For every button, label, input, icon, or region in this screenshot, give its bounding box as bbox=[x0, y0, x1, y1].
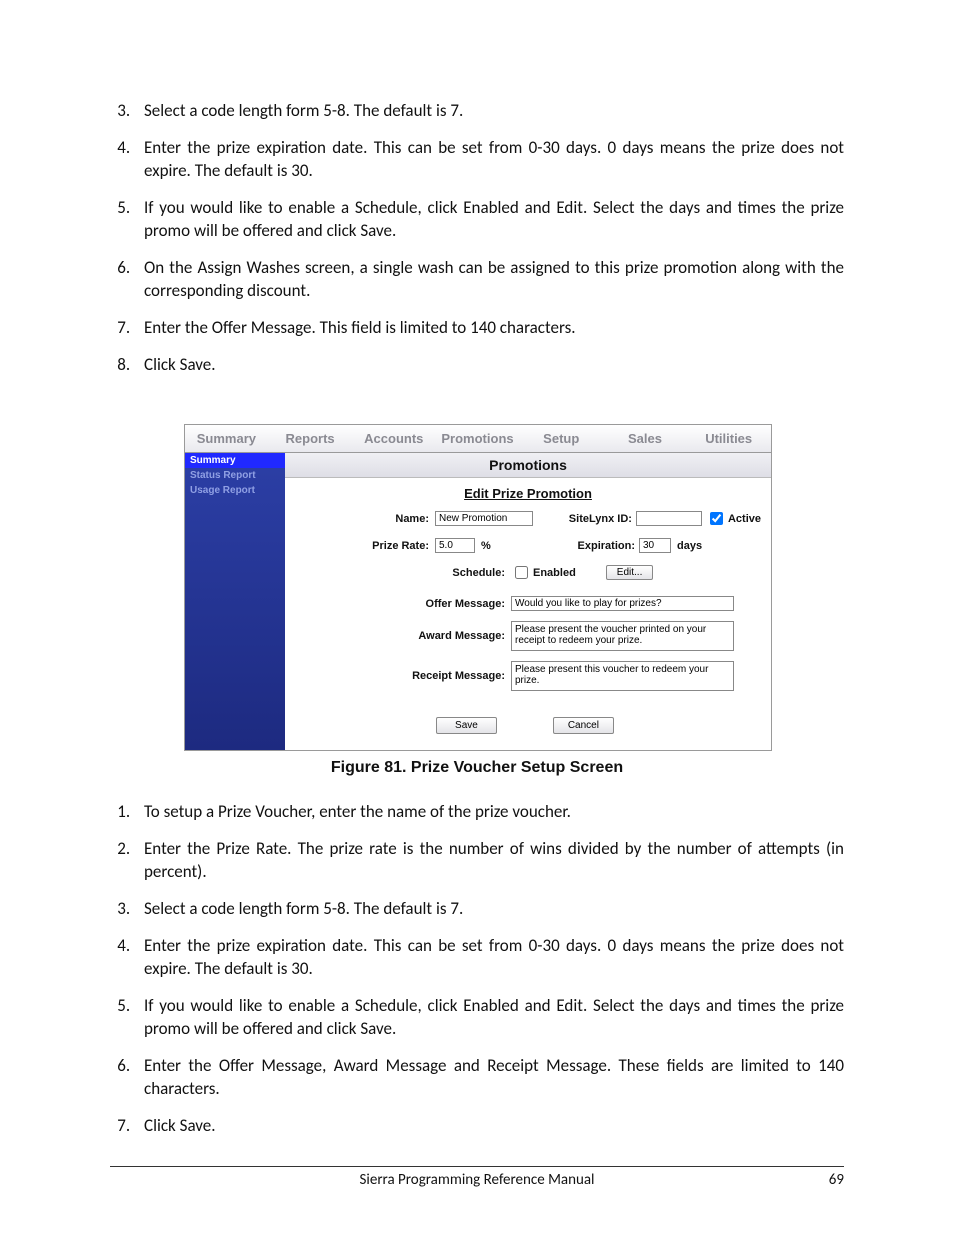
label-name: Name: bbox=[289, 513, 435, 525]
label-active: Active bbox=[728, 513, 761, 525]
enabled-checkbox-wrap[interactable]: Enabled bbox=[511, 563, 576, 582]
list-item: Click Save. bbox=[134, 1115, 844, 1138]
list-item: Select a code length form 5-8. The defau… bbox=[134, 100, 844, 123]
label-percent: % bbox=[481, 540, 491, 552]
label-expiration: Expiration: bbox=[525, 540, 639, 552]
label-prize-rate: Prize Rate: bbox=[289, 540, 435, 552]
list-item: Enter the prize expiration date. This ca… bbox=[134, 935, 844, 981]
save-button[interactable]: Save bbox=[436, 717, 497, 734]
page-number: 69 bbox=[794, 1171, 844, 1189]
active-checkbox-wrap[interactable]: Active bbox=[706, 509, 761, 528]
label-enabled: Enabled bbox=[533, 567, 576, 579]
sidebar: Summary Status Report Usage Report bbox=[185, 453, 285, 750]
list-item: Click Save. bbox=[134, 354, 844, 377]
list-item: On the Assign Washes screen, a single wa… bbox=[134, 257, 844, 303]
cancel-button[interactable]: Cancel bbox=[553, 717, 614, 734]
list-item: Enter the Prize Rate. The prize rate is … bbox=[134, 838, 844, 884]
siteid-input[interactable] bbox=[636, 511, 702, 526]
top-tab-bar: Summary Reports Accounts Promotions Setu… bbox=[185, 425, 771, 453]
offer-message-input[interactable] bbox=[511, 596, 734, 611]
expiration-input[interactable] bbox=[639, 538, 671, 553]
instruction-list-top: Select a code length form 5-8. The defau… bbox=[110, 100, 844, 376]
list-item: Enter the prize expiration date. This ca… bbox=[134, 137, 844, 183]
figure: Summary Reports Accounts Promotions Setu… bbox=[184, 424, 770, 777]
list-item: To setup a Prize Voucher, enter the name… bbox=[134, 801, 844, 824]
label-schedule: Schedule: bbox=[289, 567, 511, 579]
figure-caption: Figure 81. Prize Voucher Setup Screen bbox=[184, 759, 770, 777]
tab-promotions[interactable]: Promotions bbox=[436, 425, 520, 452]
content-area: Promotions Edit Prize Promotion Name: Si… bbox=[285, 453, 771, 750]
label-offer-message: Offer Message: bbox=[289, 598, 511, 610]
edit-button[interactable]: Edit... bbox=[606, 565, 654, 580]
active-checkbox[interactable] bbox=[710, 512, 723, 525]
label-award-message: Award Message: bbox=[289, 630, 511, 642]
prize-rate-input[interactable] bbox=[435, 538, 475, 553]
instruction-list-bottom: To setup a Prize Voucher, enter the name… bbox=[110, 801, 844, 1137]
sidebar-item-status-report[interactable]: Status Report bbox=[185, 468, 285, 483]
list-item: If you would like to enable a Schedule, … bbox=[134, 197, 844, 243]
footer-title: Sierra Programming Reference Manual bbox=[160, 1171, 794, 1189]
section-title: Promotions bbox=[285, 453, 771, 478]
sidebar-item-summary[interactable]: Summary bbox=[185, 453, 285, 468]
enabled-checkbox[interactable] bbox=[515, 566, 528, 579]
list-item: Enter the Offer Message, Award Message a… bbox=[134, 1055, 844, 1101]
ui-window: Summary Reports Accounts Promotions Setu… bbox=[184, 424, 772, 751]
page-footer: Sierra Programming Reference Manual 69 bbox=[110, 1166, 844, 1189]
label-siteid: SiteLynx ID: bbox=[547, 513, 636, 525]
tab-sales[interactable]: Sales bbox=[604, 425, 688, 452]
label-receipt-message: Receipt Message: bbox=[289, 670, 511, 682]
tab-summary[interactable]: Summary bbox=[185, 425, 269, 452]
list-item: Select a code length form 5-8. The defau… bbox=[134, 898, 844, 921]
sidebar-item-usage-report[interactable]: Usage Report bbox=[185, 483, 285, 498]
receipt-message-input[interactable] bbox=[511, 661, 734, 691]
tab-utilities[interactable]: Utilities bbox=[687, 425, 771, 452]
form-title: Edit Prize Promotion bbox=[285, 486, 771, 501]
list-item: If you would like to enable a Schedule, … bbox=[134, 995, 844, 1041]
list-item: Enter the Offer Message. This field is l… bbox=[134, 317, 844, 340]
tab-accounts[interactable]: Accounts bbox=[352, 425, 436, 452]
label-days: days bbox=[677, 540, 702, 552]
award-message-input[interactable] bbox=[511, 621, 734, 651]
name-input[interactable] bbox=[435, 511, 533, 526]
tab-setup[interactable]: Setup bbox=[520, 425, 604, 452]
tab-reports[interactable]: Reports bbox=[269, 425, 353, 452]
